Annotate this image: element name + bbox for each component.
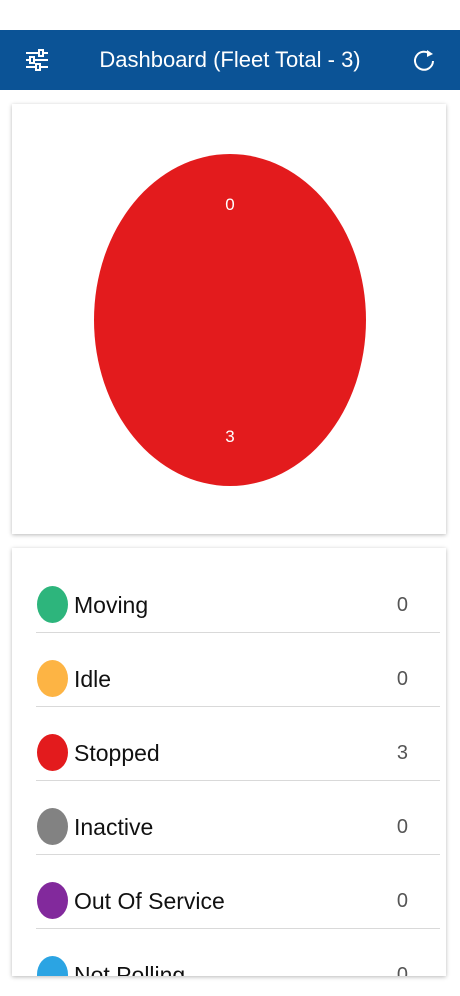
status-count: 0 (396, 668, 408, 690)
status-dot-not-polling (37, 956, 68, 976)
status-row-stopped[interactable]: Stopped 3 (36, 706, 440, 781)
status-label: Moving (74, 592, 149, 618)
pie-data-label: 0 (225, 195, 234, 214)
pie-data-label: 3 (225, 427, 234, 446)
page-title: Dashboard (Fleet Total - 3) (99, 47, 361, 72)
status-label: Not Polling (74, 962, 186, 976)
status-row-not-polling[interactable]: Not Polling 0 (36, 928, 440, 976)
status-label: Idle (74, 666, 112, 692)
status-count: 0 (396, 816, 408, 838)
status-pie-chart: 03 (94, 154, 366, 486)
status-row-moving[interactable]: Moving 0 (36, 558, 440, 633)
status-label: Inactive (74, 814, 154, 840)
refresh-icon (414, 50, 434, 71)
status-dot-stopped (37, 734, 68, 771)
status-count: 0 (396, 594, 408, 616)
status-count: 0 (396, 890, 408, 912)
status-dot-idle (37, 660, 68, 697)
refresh-button[interactable] (402, 44, 446, 76)
dashboard-page: Dashboard (Fleet Total - 3) 03 Moving 0 … (0, 0, 460, 996)
status-chart-card: 03 (12, 104, 446, 534)
status-dot-inactive (37, 808, 68, 845)
status-dot-out-of-service (37, 882, 68, 919)
status-label: Out Of Service (74, 888, 225, 914)
filter-sliders-button[interactable] (14, 44, 58, 76)
filter-sliders-icon (26, 49, 48, 71)
app-header: Dashboard (Fleet Total - 3) (0, 30, 460, 90)
status-label: Stopped (74, 740, 160, 766)
status-list: Moving 0 Idle 0 Stopped 3 Inactive 0 Out… (12, 548, 446, 976)
status-row-idle[interactable]: Idle 0 (36, 632, 440, 707)
status-count: 3 (396, 742, 408, 764)
status-count: 0 (396, 964, 408, 976)
status-row-inactive[interactable]: Inactive 0 (36, 780, 440, 855)
status-dot-moving (37, 586, 68, 623)
status-row-out-of-service[interactable]: Out Of Service 0 (36, 854, 440, 929)
